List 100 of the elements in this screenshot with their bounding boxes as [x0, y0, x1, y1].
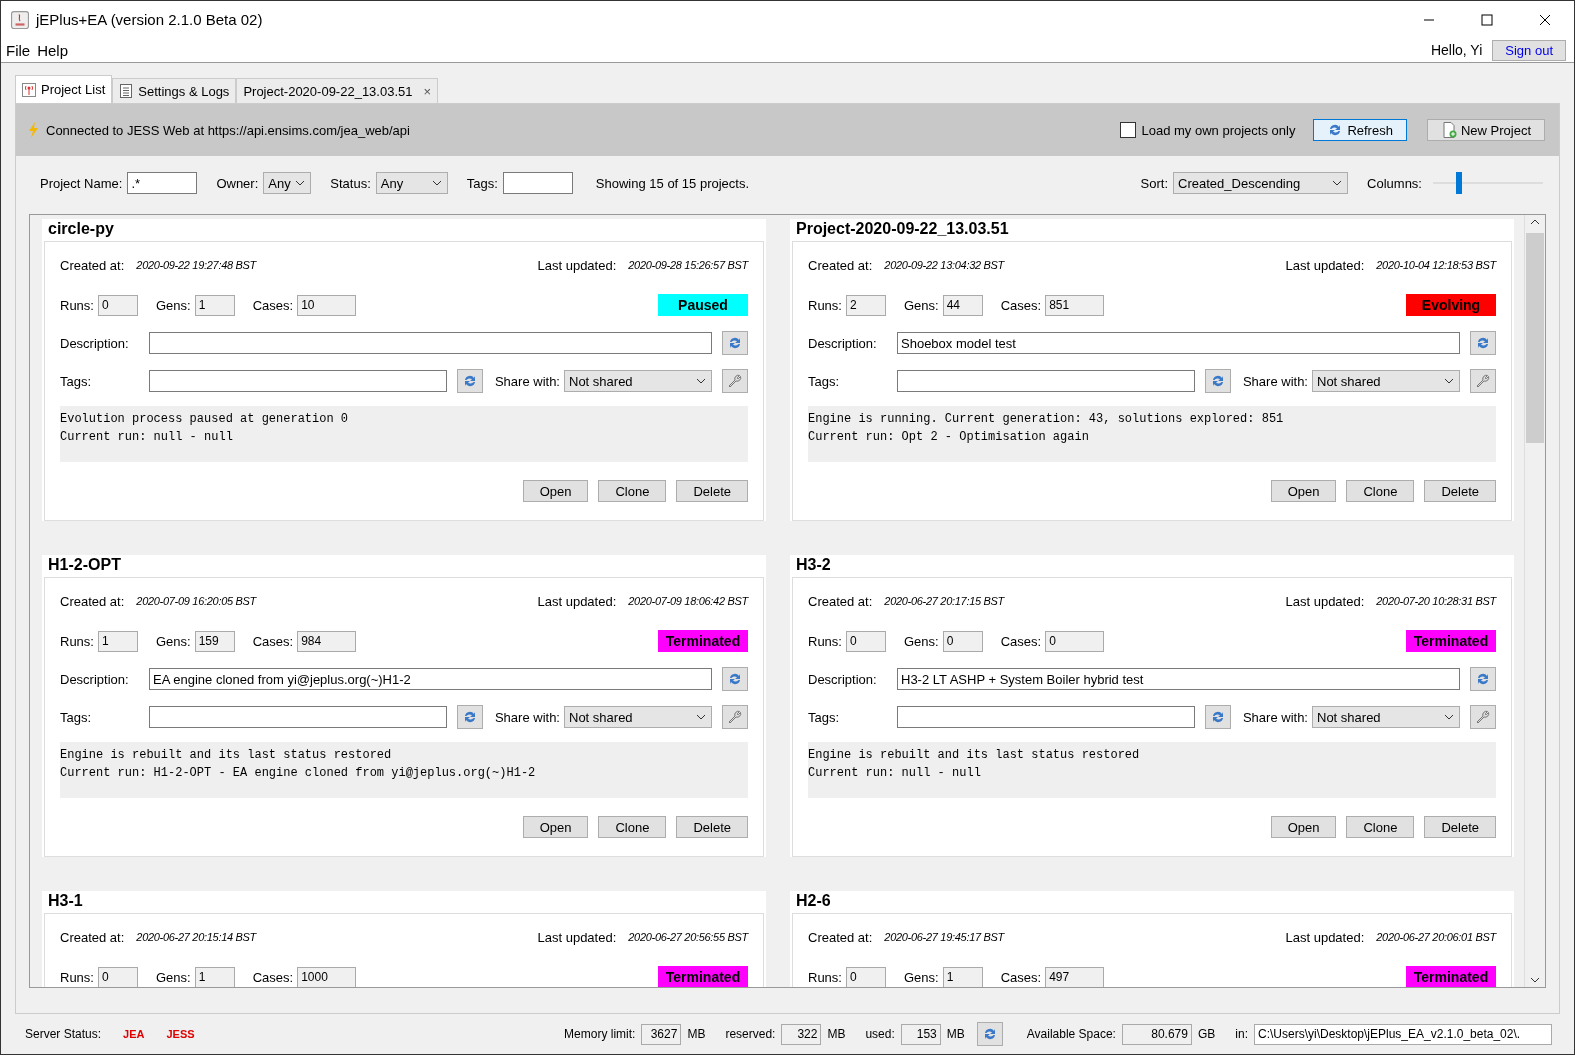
tags-field[interactable] [149, 370, 447, 392]
owner-dropdown[interactable]: Any [263, 172, 312, 194]
share-dropdown[interactable]: Not shared [564, 370, 712, 392]
menu-item[interactable]: Help [37, 41, 69, 59]
card-button[interactable]: Clone [598, 480, 667, 502]
project-title: Project-2020-09-22_13.03.51 [795, 219, 1010, 239]
card-button[interactable]: Open [1270, 816, 1337, 838]
refresh-button[interactable] [1205, 369, 1231, 393]
tab[interactable]: Project List [15, 75, 113, 103]
card-button[interactable]: Clone [598, 816, 667, 838]
share-dropdown[interactable]: Not shared [564, 706, 712, 728]
refresh-button[interactable] [1470, 667, 1496, 691]
refresh-icon [462, 709, 478, 725]
caret-icon [295, 180, 306, 186]
updated-date: 2020-07-09 18:06:42 BST [628, 595, 748, 607]
refresh-button[interactable] [457, 369, 483, 393]
refresh-button[interactable] [976, 1022, 1003, 1046]
field-label: Created at: [60, 929, 125, 945]
description-field[interactable]: EA engine cloned from yi@jeplus.org(~)H1-2 [149, 668, 712, 690]
share-dropdown[interactable]: Not shared [1312, 706, 1460, 728]
cases-field: 10 [297, 294, 357, 316]
unit-label: MB [687, 1027, 706, 1041]
close-tab-icon[interactable]: × [423, 83, 432, 99]
description-field[interactable]: Shoebox model test [897, 332, 1460, 354]
used-field: 153 [900, 1023, 941, 1045]
field-label: Cases: [252, 969, 294, 985]
sort-dropdown[interactable]: Created_Descending [1173, 172, 1349, 194]
description-field[interactable]: H3-2 LT ASHP + System Boiler hybrid test [897, 668, 1460, 690]
lightning-icon [28, 122, 40, 138]
field-label: Gens: [155, 633, 191, 649]
card-button[interactable]: Delete [676, 480, 748, 502]
cases-field: 0 [1045, 630, 1105, 652]
status-badge: Terminated [658, 630, 748, 652]
created-date: 2020-09-22 19:27:48 BST [136, 259, 257, 271]
runs-field: 2 [845, 294, 886, 316]
wrench-button[interactable] [722, 705, 748, 729]
log-output: Engine is running. Current generation: 43, solutions explored: 851 Current run: Opt 2 - Optimisation again [808, 406, 1496, 462]
space-field: 80.679 [1121, 1023, 1192, 1045]
scroll-up-icon[interactable] [1530, 219, 1540, 225]
path-field: C:\Users\yi\Desktop\jEPlus_EA_v2.1.0_beta_02\. [1254, 1023, 1552, 1045]
runs-field: 0 [97, 294, 138, 316]
sign-out-button[interactable]: Sign out [1492, 39, 1566, 61]
status-dropdown[interactable]: Any [375, 172, 448, 194]
checkbox[interactable] [1120, 122, 1137, 138]
tags-field[interactable] [149, 706, 447, 728]
card-button[interactable]: Clone [1346, 480, 1415, 502]
card-button[interactable]: Open [522, 816, 589, 838]
runs-field: 0 [845, 630, 886, 652]
field-label: Description: [808, 335, 878, 351]
wrench-button[interactable] [722, 369, 748, 393]
menu-item[interactable]: File [6, 41, 31, 59]
scroll-thumb[interactable] [1526, 233, 1544, 443]
card-button[interactable]: Open [1270, 480, 1337, 502]
refresh-button[interactable] [1205, 705, 1231, 729]
close-icon[interactable] [1539, 13, 1551, 26]
card-button[interactable]: Open [522, 480, 589, 502]
gens-field: 44 [942, 294, 983, 316]
refresh-button[interactable] [722, 331, 748, 355]
results-count: Showing 15 of 15 projects. [595, 175, 750, 191]
cases-field: 497 [1045, 966, 1105, 987]
card-button[interactable]: Clone [1346, 816, 1415, 838]
share-dropdown[interactable]: Not shared [1312, 370, 1460, 392]
field-label: Runs: [60, 297, 94, 313]
refresh-icon [462, 373, 478, 389]
maximize-icon[interactable] [1481, 13, 1493, 26]
wrench-button[interactable] [1470, 705, 1496, 729]
card-button[interactable]: Delete [1424, 480, 1496, 502]
field-label: in: [1235, 1027, 1248, 1041]
slider-thumb[interactable] [1456, 172, 1463, 194]
field-label: Cases: [1000, 969, 1042, 985]
refresh-button[interactable] [722, 667, 748, 691]
reserved-field: 322 [781, 1023, 822, 1045]
field-label: Last updated: [1285, 929, 1365, 945]
refresh-icon [1475, 335, 1491, 351]
field-label: Created at: [60, 257, 125, 273]
card-button[interactable]: Delete [1424, 816, 1496, 838]
field-label: Tags: [60, 373, 93, 389]
scrollbar[interactable] [1524, 215, 1545, 987]
tags-field[interactable] [897, 370, 1195, 392]
field-label: Owner: [216, 175, 259, 191]
project-name-field[interactable]: .* [127, 172, 198, 194]
project-title: H1-2-OPT [47, 555, 122, 575]
field-label: reserved: [725, 1027, 776, 1041]
caret-icon [1332, 180, 1343, 186]
tab[interactable]: Project-2020-09-22_13.03.51 × [236, 78, 439, 103]
tags-field[interactable] [897, 706, 1195, 728]
description-field[interactable] [149, 332, 712, 354]
tab[interactable]: Settings & Logs [112, 78, 237, 103]
new-project-button[interactable]: New Project [1426, 119, 1545, 141]
refresh-button[interactable]: Refresh [1313, 119, 1407, 141]
tags-filter-field[interactable] [502, 172, 573, 194]
refresh-button[interactable] [457, 705, 483, 729]
refresh-button[interactable] [1470, 331, 1496, 355]
card-button[interactable]: Delete [676, 816, 748, 838]
wrench-button[interactable] [1470, 369, 1496, 393]
scroll-down-icon[interactable] [1530, 977, 1540, 983]
wrench-icon [1475, 373, 1491, 389]
field-label: Gens: [903, 633, 939, 649]
caret-icon [696, 714, 706, 720]
field-label: Runs: [808, 633, 842, 649]
